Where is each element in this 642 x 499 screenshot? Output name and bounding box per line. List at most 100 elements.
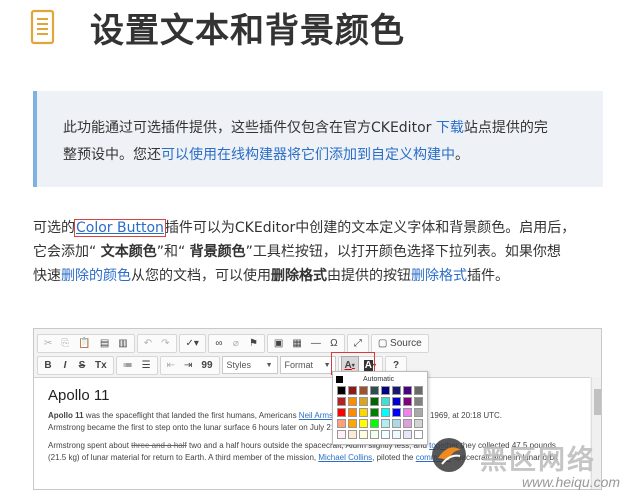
outdent-icon[interactable]: ⇤ <box>163 356 179 374</box>
color-swatch[interactable] <box>370 386 379 395</box>
remove-format-term: 删除格式 <box>271 268 327 284</box>
bg-color-term: 背景颜色 <box>189 244 246 260</box>
paste-text-icon[interactable]: ▤ <box>96 334 113 352</box>
color-swatch[interactable] <box>370 397 379 406</box>
body-text: 它会添加“ <box>33 244 101 260</box>
color-swatch[interactable] <box>348 397 357 406</box>
paste-icon[interactable]: 📋 <box>74 334 94 352</box>
color-swatch[interactable] <box>359 386 368 395</box>
color-button-link[interactable]: Color Button <box>74 219 166 237</box>
body-text: 插件。 <box>467 268 509 284</box>
spellcheck-group: ✓▾ <box>178 333 206 353</box>
color-swatch[interactable] <box>392 386 401 395</box>
color-swatch-grid <box>337 386 424 439</box>
numbered-list-icon[interactable]: ≔ <box>119 356 137 374</box>
color-swatch[interactable] <box>414 386 423 395</box>
bold-button[interactable]: B <box>40 356 56 374</box>
redo-icon[interactable]: ↷ <box>157 334 173 352</box>
automatic-color-option[interactable]: Automatic <box>336 375 424 384</box>
content-strike: three and a half <box>131 441 187 450</box>
paste-word-icon[interactable]: ▥ <box>114 334 131 352</box>
format-combo[interactable]: Format ▼ <box>279 356 336 374</box>
callout-text: 。 <box>455 147 469 163</box>
unlink-icon[interactable]: ⌀ <box>228 334 244 352</box>
color-swatch[interactable] <box>359 397 368 406</box>
color-swatch[interactable] <box>370 408 379 417</box>
color-swatch[interactable] <box>403 430 412 439</box>
color-swatch[interactable] <box>348 430 357 439</box>
color-swatch[interactable] <box>370 430 379 439</box>
color-swatch[interactable] <box>359 419 368 428</box>
scrollbar-thumb[interactable] <box>594 389 601 415</box>
color-swatch[interactable] <box>403 408 412 417</box>
color-swatch[interactable] <box>403 386 412 395</box>
color-swatch[interactable] <box>348 408 357 417</box>
color-swatch[interactable] <box>414 430 423 439</box>
color-swatch[interactable] <box>337 397 346 406</box>
color-swatch[interactable] <box>403 397 412 406</box>
bulleted-list-icon[interactable]: ☰ <box>138 356 155 374</box>
link-group: ∞ ⌀ ⚑ <box>207 333 265 353</box>
color-swatch[interactable] <box>381 430 390 439</box>
styles-label: Styles <box>226 360 252 370</box>
color-swatch[interactable] <box>381 397 390 406</box>
color-swatch[interactable] <box>337 419 346 428</box>
color-swatch[interactable] <box>414 408 423 417</box>
chevron-down-icon: ▼ <box>323 361 331 369</box>
content-paragraph-1: Apollo 11 was the spaceflight that lande… <box>48 410 576 434</box>
link-icon[interactable]: ∞ <box>211 334 227 352</box>
download-link[interactable]: 下载 <box>436 120 464 136</box>
color-swatch[interactable] <box>381 419 390 428</box>
special-char-icon[interactable]: Ω <box>326 334 342 352</box>
image-icon[interactable]: ▣ <box>270 334 287 352</box>
format-label: Format <box>284 360 314 370</box>
color-swatch[interactable] <box>392 408 401 417</box>
remove-colors-link[interactable]: 删除的颜色 <box>61 268 131 284</box>
anchor-icon[interactable]: ⚑ <box>245 334 262 352</box>
copy-icon[interactable]: ⎘ <box>57 334 73 352</box>
color-swatch[interactable] <box>370 419 379 428</box>
info-callout: 此功能通过可选插件提供，这些插件仅包含在官方CKEditor 下载站点提供的完 … <box>33 91 603 187</box>
indent-icon[interactable]: ⇥ <box>180 356 196 374</box>
color-swatch[interactable] <box>381 408 390 417</box>
content-text: (21.5 kg) of lunar material for return t… <box>48 453 319 462</box>
list-group: ≔ ☰ <box>115 355 158 375</box>
color-swatch[interactable] <box>337 408 346 417</box>
color-picker-panel: Automatic <box>332 371 428 445</box>
strike-button[interactable]: S <box>74 356 90 374</box>
remove-format-button[interactable]: Tx <box>91 356 111 374</box>
color-swatch[interactable] <box>414 397 423 406</box>
color-swatch[interactable] <box>337 430 346 439</box>
horizontal-rule-icon[interactable]: — <box>307 334 325 352</box>
content-text: , piloted the <box>372 453 416 462</box>
online-builder-link[interactable]: 可以使用在线构建器将它们添加到自定义构建中 <box>161 147 455 163</box>
content-heading: Apollo 11 <box>48 387 110 404</box>
color-swatch[interactable] <box>348 419 357 428</box>
color-swatch[interactable] <box>414 419 423 428</box>
cut-icon[interactable]: ✂ <box>40 334 56 352</box>
color-swatch[interactable] <box>359 408 368 417</box>
michael-collins-link[interactable]: Michael Collins <box>318 453 372 462</box>
spellcheck-icon[interactable]: ✓▾ <box>182 334 203 352</box>
table-icon[interactable]: ▦ <box>288 334 305 352</box>
color-swatch[interactable] <box>348 386 357 395</box>
color-swatch[interactable] <box>403 419 412 428</box>
remove-format-link[interactable]: 删除格式 <box>411 268 467 284</box>
color-swatch[interactable] <box>392 419 401 428</box>
color-swatch[interactable] <box>381 386 390 395</box>
content-text: Armstrong became the first to step onto … <box>48 423 336 432</box>
italic-button[interactable]: I <box>57 356 73 374</box>
title-row: 设置文本和背景颜色 <box>30 4 405 51</box>
color-swatch[interactable] <box>359 430 368 439</box>
tools-group: ⤢ <box>346 333 369 353</box>
color-swatch[interactable] <box>392 430 401 439</box>
styles-combo[interactable]: Styles ▼ <box>221 356 278 374</box>
blockquote-button[interactable]: 99 <box>197 356 216 374</box>
source-button[interactable]: ▢ Source <box>374 334 426 352</box>
maximize-icon[interactable]: ⤢ <box>350 334 366 352</box>
body-text: 插件可以为CKEditor中创建的文本定义字体和背景颜色。启用后， <box>164 220 576 236</box>
color-swatch[interactable] <box>337 386 346 395</box>
undo-icon[interactable]: ↶ <box>140 334 156 352</box>
watermark-logo-icon <box>430 436 468 474</box>
color-swatch[interactable] <box>392 397 401 406</box>
